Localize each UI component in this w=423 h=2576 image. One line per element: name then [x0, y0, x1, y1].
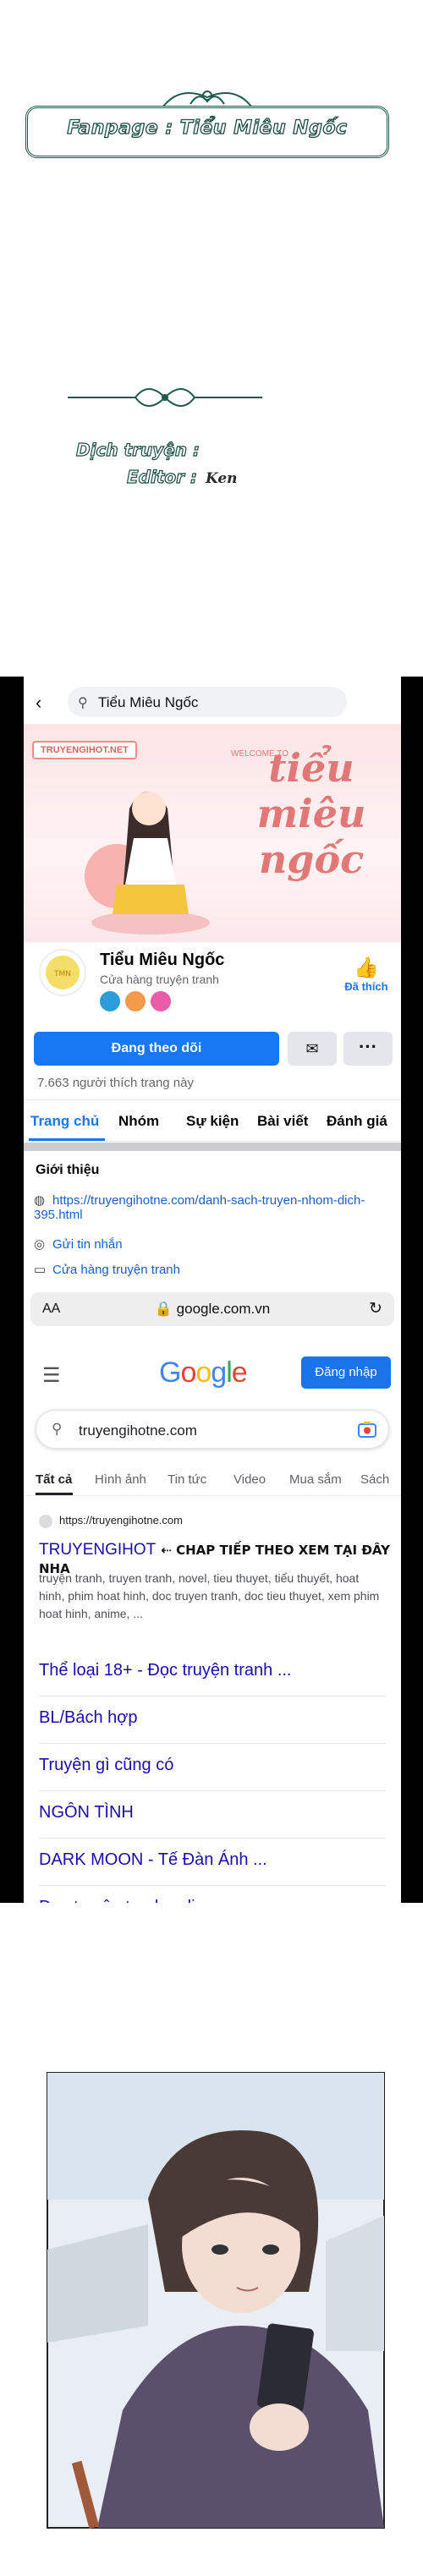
sitelink[interactable]: Truyện gì cũng có [39, 1744, 386, 1791]
cover-girl-illustration [85, 792, 210, 934]
gtab-news[interactable]: Tin tức [168, 1472, 206, 1487]
badge-blue-icon [100, 991, 120, 1011]
more-label: ··· [359, 1036, 377, 1057]
back-arrow-icon[interactable]: ‹ [36, 692, 41, 714]
fb-search-bar[interactable]: ⚲ Tiểu Miêu Ngốc [68, 687, 347, 717]
more-button[interactable]: ··· [343, 1032, 393, 1066]
reload-icon[interactable]: ↻ [369, 1299, 382, 1318]
result-site[interactable]: https://truyengihotne.com [39, 1514, 183, 1528]
cover-photo: TRUYENGIHOT.NET WELCOME TO tiểu miêu ngố… [24, 724, 401, 942]
phone-screen: ‹ ⚲ Tiểu Miêu Ngốc TRUYENGIHOT.NET WELCO… [24, 677, 401, 1903]
editor-label: Editor : [126, 466, 197, 487]
liked-button[interactable]: 👍 Đã thích [337, 956, 396, 993]
gtab-all[interactable]: Tất cả [36, 1472, 72, 1487]
editor-credit: Editor : Ken [126, 466, 238, 487]
about-link-row[interactable]: ◍ https://truyengihotne.com/danh-sach-tru… [34, 1192, 389, 1222]
gtab-images[interactable]: Hình ảnh [95, 1472, 146, 1487]
banner-title: Fanpage : Tiểu Miêu Ngốc [67, 117, 348, 139]
fb-top-bar: ‹ ⚲ Tiểu Miêu Ngốc [24, 677, 401, 724]
login-button[interactable]: Đăng nhập [301, 1357, 391, 1389]
about-message-row[interactable]: ◎ Gửi tin nhắn [34, 1236, 389, 1252]
follow-label: Đang theo dõi [111, 1041, 202, 1055]
globe-icon: ◍ [34, 1193, 46, 1208]
fb-tabs: Trang chủ Nhóm Sự kiện Bài viết Đánh giá [24, 1099, 401, 1142]
about-message: Gửi tin nhắn [52, 1237, 123, 1252]
tab-home[interactable]: Trang chủ [30, 1113, 99, 1130]
page-name: Tiểu Miêu Ngốc [100, 951, 225, 969]
about-title: Giới thiệu [36, 1163, 100, 1177]
editor-name: Ken [205, 470, 238, 487]
cover-badge: TRUYENGIHOT.NET [32, 741, 137, 759]
about-store: Cửa hàng truyện tranh [52, 1263, 180, 1277]
messenger-icon: ✉ [305, 1040, 319, 1057]
tab-reviews[interactable]: Đánh giá [327, 1113, 387, 1130]
about-store-row[interactable]: ▭ Cửa hàng truyện tranh [34, 1262, 389, 1277]
messenger-button[interactable]: ✉ [288, 1032, 337, 1066]
favicon-icon [39, 1514, 52, 1528]
gtab-shopping[interactable]: Mua sắm [289, 1472, 342, 1487]
google-logo: Google [159, 1357, 248, 1389]
page-category: Cửa hàng truyện tranh [100, 973, 219, 986]
sitelink[interactable]: DARK MOON - Tế Đàn Ánh ... [39, 1839, 386, 1886]
svg-text:TMN: TMN [53, 970, 71, 978]
sitelink[interactable]: Thể loại 18+ - Đọc truyện tranh ... [39, 1649, 386, 1696]
badge-pink-icon [151, 991, 171, 1011]
domain-text: google.com.vn [176, 1301, 271, 1317]
translator-credit: Dịch truyện : [75, 439, 200, 460]
tab-groups[interactable]: Nhóm [118, 1113, 159, 1130]
gtab-books[interactable]: Sách [360, 1472, 389, 1487]
active-gtab-indicator [36, 1493, 73, 1495]
search-text: Tiểu Miêu Ngốc [98, 694, 199, 710]
sitelink[interactable]: Đọc truyện tranh online [39, 1886, 386, 1903]
liked-label: Đã thích [344, 980, 388, 993]
likes-count: 7.663 người thích trang này [37, 1076, 194, 1090]
search-icon: ⚲ [52, 1421, 63, 1437]
divider [24, 1143, 401, 1151]
result-title[interactable]: TRUYENGIHOT [39, 1541, 156, 1559]
avatar[interactable]: TMN [39, 949, 86, 996]
sitelink[interactable]: BL/Bách hợp [39, 1696, 386, 1744]
camera-search-icon[interactable] [356, 1419, 378, 1441]
follow-button[interactable]: Đang theo dõi [34, 1032, 279, 1066]
phone-screenshot: ‹ ⚲ Tiểu Miêu Ngốc TRUYENGIHOT.NET WELCO… [0, 677, 423, 1903]
result-site-url: https://truyengihotne.com [59, 1514, 183, 1526]
badge-orange-icon [125, 991, 146, 1011]
url-domain: 🔒 google.com.vn [30, 1301, 394, 1318]
page-info: TMN Tiểu Miêu Ngốc Cửa hàng truyện tranh… [24, 942, 401, 1018]
browser-url-bar[interactable]: AA 🔒 google.com.vn ↻ [30, 1292, 394, 1326]
about-link: https://truyengihotne.com/danh-sach-truy… [34, 1193, 365, 1222]
tab-posts[interactable]: Bài viết [257, 1113, 308, 1130]
tab-events[interactable]: Sự kiện [186, 1113, 239, 1130]
thumbs-up-icon: 👍 [354, 956, 379, 979]
gtab-video[interactable]: Video [233, 1472, 266, 1487]
sitelink[interactable]: NGÔN TÌNH [39, 1791, 386, 1839]
divider-ornament-icon [68, 388, 262, 407]
active-tab-indicator [29, 1138, 105, 1141]
comic-panel [47, 2072, 385, 2529]
cover-title: tiểu miêu ngốc [256, 745, 366, 882]
result-snippet: truyện tranh, truyen tranh, novel, tieu … [39, 1571, 380, 1620]
search-icon: ⚲ [78, 696, 88, 710]
google-tabs: Tất cả Hình ảnh Tin tức Video Mua sắm Sá… [24, 1467, 401, 1496]
badge-icons [100, 991, 176, 1016]
store-icon: ▭ [34, 1263, 47, 1277]
search-query: truyengihotne.com [79, 1422, 197, 1439]
hamburger-menu-icon[interactable]: ☰ [42, 1363, 61, 1388]
lock-icon: 🔒 [154, 1301, 173, 1317]
fanpage-banner: Fanpage : Tiểu Miêu Ngốc [25, 80, 389, 161]
google-search-box[interactable]: ⚲ truyengihotne.com [36, 1410, 389, 1449]
messenger-icon: ◎ [34, 1237, 46, 1252]
